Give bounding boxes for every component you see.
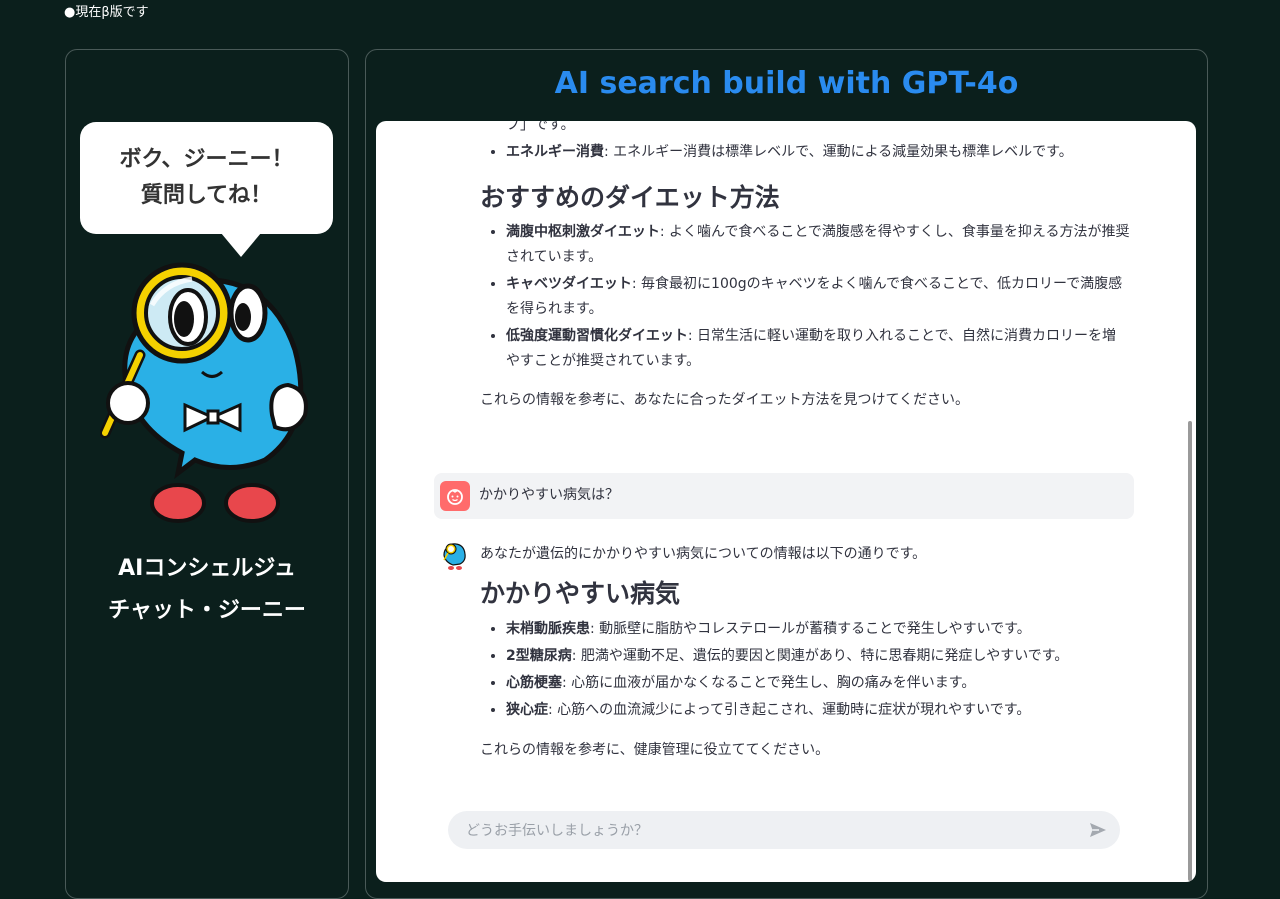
prev-tail-text: プ」です。 (506, 121, 575, 133)
chat-input-bar (448, 811, 1120, 851)
item-text: : エネルギー消費は標準レベルで、運動による減量効果も標準レベルです。 (604, 144, 1073, 160)
item-label: 心筋梗塞 (506, 675, 562, 691)
speech-bubble: ボク、ジーニー！ 質問してね！ (80, 122, 333, 234)
item-label: 末梢動脈疾患 (506, 621, 590, 637)
list-item: エネルギー消費: エネルギー消費は標準レベルで、運動による減量効果も標準レベルで… (506, 140, 1130, 165)
page-title: AI search build with GPT-4o (554, 66, 1019, 101)
send-icon[interactable] (1088, 820, 1108, 840)
item-label: 低強度運動習慣化ダイエット (506, 328, 688, 344)
user-message: かかりやすい病気は？ (434, 473, 1134, 519)
bot-intro-text: あなたが遺伝的にかかりやすい病気についての情報は以下の通りです。 (480, 546, 927, 562)
item-label: 狭心症 (506, 702, 548, 718)
diet-closing-text: これらの情報を参考に、あなたに合ったダイエット方法を見つけてください。 (480, 392, 970, 408)
item-text: : 動脈壁に脂肪やコレステロールが蓄積することで発生しやすいです。 (590, 621, 1031, 637)
user-message-text: かかりやすい病気は？ (479, 487, 619, 503)
item-label: キャベツダイエット (506, 276, 632, 292)
scrollbar[interactable] (1188, 421, 1192, 881)
list-item: 満腹中枢刺激ダイエット: よく噛んで食べることで満腹感を得やすくし、食事量を抑え… (506, 220, 1130, 270)
item-label: エネルギー消費 (506, 144, 604, 160)
assistant-message-diet: プ」です。 エネルギー消費: エネルギー消費は標準レベルで、運動による減量効果も… (480, 121, 1130, 413)
item-label: 満腹中枢刺激ダイエット (506, 224, 660, 240)
disease-heading: かかりやすい病気 (480, 579, 681, 608)
bubble-line-2: 質問してね！ (140, 183, 273, 208)
list-item: 2型糖尿病: 肥満や運動不足、遺伝的要因と関連があり、特に思春期に発症しやすいで… (506, 643, 1130, 670)
bubble-line-1: ボク、ジーニー！ (119, 147, 294, 172)
item-text: : 心筋への血流減少によって引き起こされ、運動時に症状が現れやすいです。 (548, 702, 1031, 718)
beta-notice: ●現在β版です (64, 5, 149, 20)
bot-avatar-icon (443, 543, 466, 570)
chat-input[interactable] (464, 811, 1068, 851)
list-item: 末梢動脈疾患: 動脈壁に脂肪やコレステロールが蓄積することで発生しやすいです。 (506, 616, 1130, 643)
chat-container[interactable]: プ」です。 エネルギー消費: エネルギー消費は標準レベルで、運動による減量効果も… (376, 121, 1196, 882)
disease-closing-text: これらの情報を参考に、健康管理に役立ててください。 (480, 742, 830, 758)
diet-heading: おすすめのダイエット方法 (480, 183, 780, 212)
list-item: 低強度運動習慣化ダイエット: 日常生活に軽い運動を取り入れることで、自然に消費カ… (506, 324, 1130, 374)
assistant-message-disease: あなたが遺伝的にかかりやすい病気についての情報は以下の通りです。 かかりやすい病… (480, 542, 1130, 763)
list-item: 心筋梗塞: 心筋に血液が届かなくなることで発生し、胸の痛みを伴います。 (506, 670, 1130, 697)
list-item: キャベツダイエット: 毎食最初に100gのキャベツをよく噛んで食べることで、低カ… (506, 272, 1130, 322)
list-item: 狭心症: 心筋への血流減少によって引き起こされ、運動時に症状が現れやすいです。 (506, 697, 1130, 724)
item-text: : 肥満や運動不足、遺伝的要因と関連があり、特に思春期に発症しやすいです。 (571, 648, 1069, 664)
item-text: : 心筋に血液が届かなくなることで発生し、胸の痛みを伴います。 (562, 675, 976, 691)
concierge-title: AIコンシェルジュ (118, 556, 296, 581)
speech-bubble-tail (221, 233, 261, 257)
concierge-name: チャット・ジーニー (108, 598, 306, 623)
item-label: 2型糖尿病 (506, 648, 572, 664)
user-avatar-icon (440, 481, 470, 511)
mascot-genie-icon (100, 262, 308, 523)
